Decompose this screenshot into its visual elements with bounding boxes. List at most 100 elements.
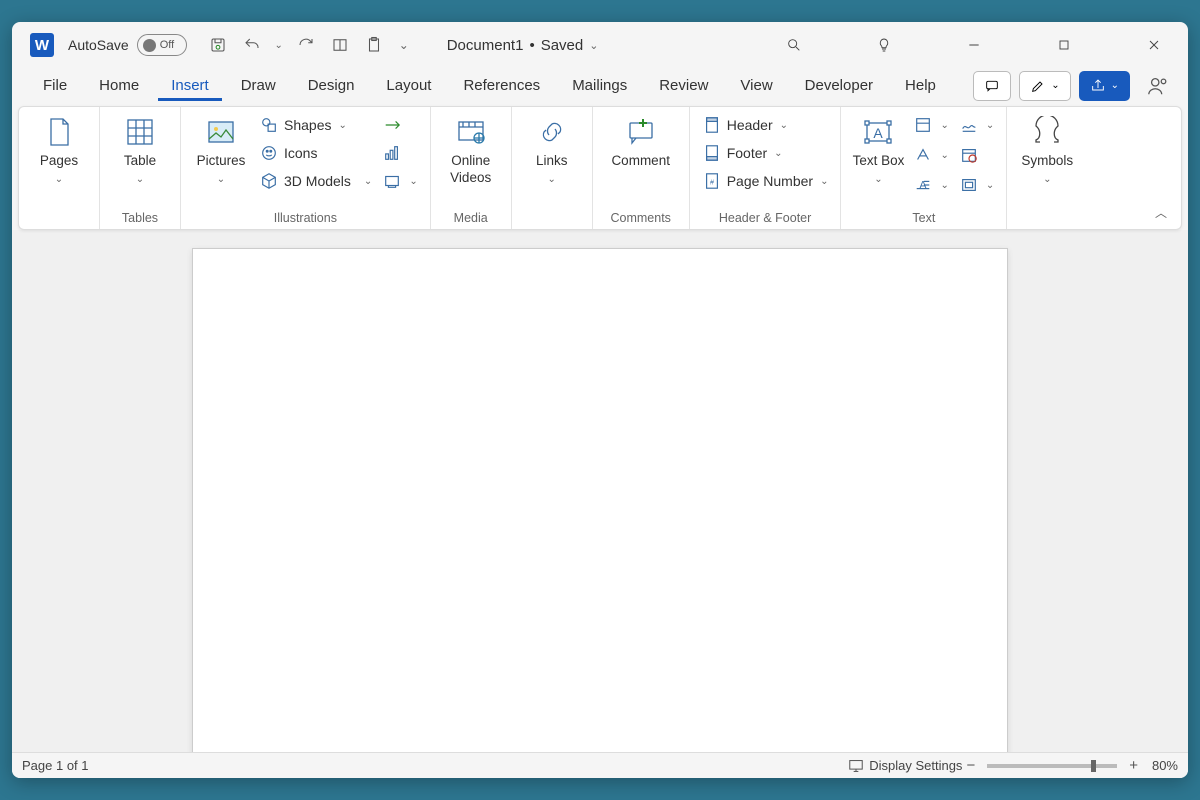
wordart-icon: [913, 145, 933, 165]
smartart-button[interactable]: [380, 111, 419, 139]
share-button[interactable]: ⌄: [1079, 71, 1130, 101]
group-symbols: Symbols ⌄: [1007, 107, 1087, 229]
drop-cap-button[interactable]: A⌄: [911, 171, 950, 199]
page-indicator[interactable]: Page 1 of 1: [22, 758, 89, 773]
minimize-button[interactable]: [954, 25, 994, 65]
group-label-comments: Comments: [603, 209, 679, 229]
group-pages: Pages ⌄: [19, 107, 100, 229]
chevron-down-icon: ⌄: [136, 174, 144, 187]
redo-icon[interactable]: [293, 32, 319, 58]
symbols-button[interactable]: Symbols ⌄: [1017, 111, 1077, 186]
wordart-button[interactable]: ⌄: [911, 141, 950, 169]
footer-button[interactable]: Footer⌄: [700, 139, 831, 167]
status-bar: Page 1 of 1 Display Settings − + 80%: [12, 752, 1188, 778]
account-icon[interactable]: [1146, 74, 1170, 98]
tab-developer[interactable]: Developer: [792, 71, 886, 100]
group-comments: Comment Comments: [593, 107, 690, 229]
chevron-down-icon: ⌄: [1043, 174, 1051, 187]
page-number-button[interactable]: #Page Number⌄: [700, 167, 831, 195]
quick-parts-button[interactable]: ⌄: [911, 111, 950, 139]
comments-pill[interactable]: [973, 71, 1011, 101]
maximize-button[interactable]: [1044, 25, 1084, 65]
tab-help[interactable]: Help: [892, 71, 949, 100]
omega-icon: [1030, 115, 1064, 149]
pictures-button[interactable]: Pictures ⌄: [191, 111, 251, 186]
doc-separator: •: [529, 37, 534, 54]
pictures-label: Pictures: [197, 153, 246, 170]
pages-button[interactable]: Pages ⌄: [29, 111, 89, 186]
links-button[interactable]: Links ⌄: [522, 111, 582, 186]
group-links: Links ⌄: [512, 107, 593, 229]
comment-icon: [624, 115, 658, 149]
zoom-slider[interactable]: [987, 764, 1117, 768]
tab-insert[interactable]: Insert: [158, 71, 222, 101]
qat-customize-icon[interactable]: ⌄: [395, 32, 413, 58]
autosave-toggle[interactable]: Off: [137, 34, 187, 56]
dropcap-icon: A: [913, 175, 933, 195]
editing-pill[interactable]: ⌄: [1019, 71, 1070, 101]
table-button[interactable]: Table ⌄: [110, 111, 170, 186]
tab-layout[interactable]: Layout: [373, 71, 444, 100]
document-title[interactable]: Document1 • Saved ⌄: [447, 37, 599, 54]
search-icon[interactable]: [774, 25, 814, 65]
chart-icon: [382, 143, 402, 163]
date-time-button[interactable]: [957, 141, 996, 169]
tab-references[interactable]: References: [450, 71, 553, 100]
tab-home[interactable]: Home: [86, 71, 152, 100]
document-area[interactable]: [12, 230, 1188, 752]
tab-review[interactable]: Review: [646, 71, 721, 100]
screenshot-button[interactable]: ⌄: [380, 167, 419, 195]
app-window: W AutoSave Off ⌄ ⌄ Document1 • Saved ⌄ F…: [12, 22, 1188, 778]
undo-dropdown-icon[interactable]: ⌄: [273, 32, 285, 58]
undo-icon[interactable]: [239, 32, 265, 58]
text-box-label: Text Box ⌄: [851, 153, 905, 187]
table-label: Table: [124, 153, 156, 170]
page-number-icon: #: [702, 171, 722, 191]
group-label-media: Media: [441, 209, 501, 229]
display-settings-button[interactable]: Display Settings: [848, 758, 962, 773]
tab-file[interactable]: File: [30, 71, 80, 100]
group-label: [522, 209, 582, 229]
shapes-icon: [259, 115, 279, 135]
date-icon: [959, 145, 979, 165]
close-button[interactable]: [1134, 25, 1174, 65]
3d-models-button[interactable]: 3D Models⌄: [257, 167, 374, 195]
lightbulb-icon[interactable]: [864, 25, 904, 65]
document-page[interactable]: [192, 248, 1008, 752]
ribbon-insert: Pages ⌄ Table ⌄ Tables Pictures: [18, 106, 1182, 230]
collapse-ribbon-icon[interactable]: ︿: [1155, 204, 1167, 221]
qat-paste-icon[interactable]: [361, 32, 387, 58]
header-button[interactable]: Header⌄: [700, 111, 831, 139]
group-header-footer: Header⌄ Footer⌄ #Page Number⌄ Header & F…: [690, 107, 842, 229]
video-icon: [454, 115, 488, 149]
group-text: A Text Box ⌄ ⌄ ⌄ A⌄ ⌄ ⌄ Text: [841, 107, 1007, 229]
autosave-label: AutoSave: [68, 37, 129, 53]
icons-button[interactable]: Icons: [257, 139, 374, 167]
doc-status: Saved: [541, 37, 584, 54]
tab-design[interactable]: Design: [295, 71, 368, 100]
object-button[interactable]: ⌄: [957, 171, 996, 199]
online-videos-label: Online Videos: [441, 153, 501, 187]
text-box-button[interactable]: A Text Box ⌄: [851, 111, 905, 187]
chart-button[interactable]: [380, 139, 419, 167]
qat-print-layout-icon[interactable]: [327, 32, 353, 58]
online-videos-button[interactable]: Online Videos: [441, 111, 501, 187]
group-label-header-footer: Header & Footer: [700, 209, 831, 229]
group-tables: Table ⌄ Tables: [100, 107, 181, 229]
signature-button[interactable]: ⌄: [957, 111, 996, 139]
zoom-thumb[interactable]: [1091, 760, 1096, 772]
tab-mailings[interactable]: Mailings: [559, 71, 640, 100]
tab-view[interactable]: View: [727, 71, 785, 100]
object-icon: [959, 175, 979, 195]
shapes-button[interactable]: Shapes⌄: [257, 111, 374, 139]
chevron-down-icon: ⌄: [55, 174, 63, 187]
zoom-in-button[interactable]: +: [1125, 757, 1142, 774]
save-icon[interactable]: [205, 32, 231, 58]
comment-button[interactable]: Comment: [603, 111, 679, 170]
icons-icon: [259, 143, 279, 163]
zoom-level[interactable]: 80%: [1152, 758, 1178, 773]
zoom-out-button[interactable]: −: [962, 757, 979, 774]
tab-draw[interactable]: Draw: [228, 71, 289, 100]
group-label-text: Text: [851, 209, 996, 229]
symbols-label: Symbols: [1021, 153, 1073, 170]
